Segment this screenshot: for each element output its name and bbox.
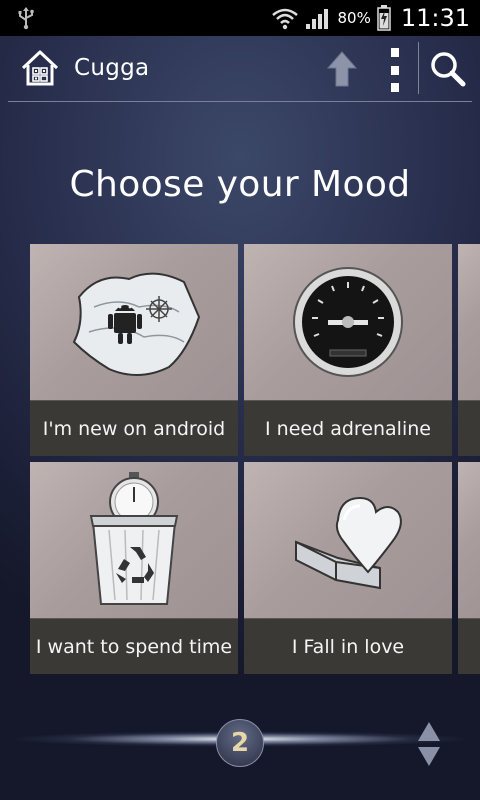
mood-tile-partial[interactable] [458,244,480,456]
action-bar-divider [8,101,472,102]
speedometer-icon [293,267,403,377]
status-bar: 80% 11:31 [0,0,480,36]
heart-box-icon [295,496,402,590]
app-title: Cugga [74,55,150,81]
action-separator [418,42,419,94]
search-icon[interactable] [428,49,468,89]
page-indicator: 2 [216,719,264,767]
main-screen: Cugga Choose your Mood I'm new on androi… [0,36,480,800]
arrow-up-icon[interactable] [324,50,360,88]
mood-tile-partial[interactable] [458,462,480,674]
mood-tile-new-on-android[interactable]: I'm new on android [30,244,238,456]
mood-label: I'm new on android [30,400,238,456]
home-icon[interactable] [20,48,60,88]
mood-tile-fall-in-love[interactable]: I Fall in love [244,462,452,674]
clock: 11:31 [400,4,470,32]
battery-percent: 80% [337,9,371,27]
mood-tile-adrenaline[interactable]: I need adrenaline [244,244,452,456]
up-down-arrows-icon[interactable] [416,720,442,768]
usb-icon [18,7,34,30]
action-bar: Cugga [0,36,480,102]
battery-charging-icon [377,5,391,31]
page-heading: Choose your Mood [69,164,411,205]
mood-label: I Fall in love [244,618,452,674]
overflow-menu-icon[interactable] [388,48,402,92]
mood-label: I need adrenaline [244,400,452,456]
mood-tile-spend-time[interactable]: I want to spend time [30,462,238,674]
wifi-icon [272,8,299,30]
signal-icon [306,9,329,29]
recycle-bin-stopwatch-icon [89,472,179,605]
mood-label: I want to spend time [30,618,238,674]
android-map-icon [72,272,201,377]
